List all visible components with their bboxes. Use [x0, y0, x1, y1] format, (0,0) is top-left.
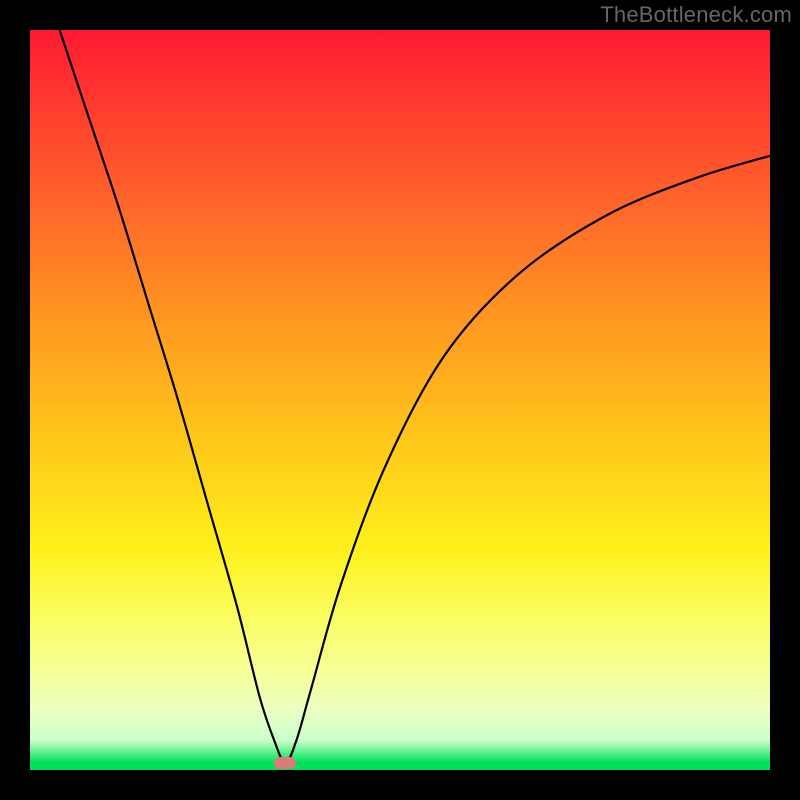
- minimum-marker: [274, 757, 296, 769]
- bottleneck-curve: [30, 30, 770, 770]
- watermark-text: TheBottleneck.com: [600, 2, 792, 28]
- plot-area: [30, 30, 770, 770]
